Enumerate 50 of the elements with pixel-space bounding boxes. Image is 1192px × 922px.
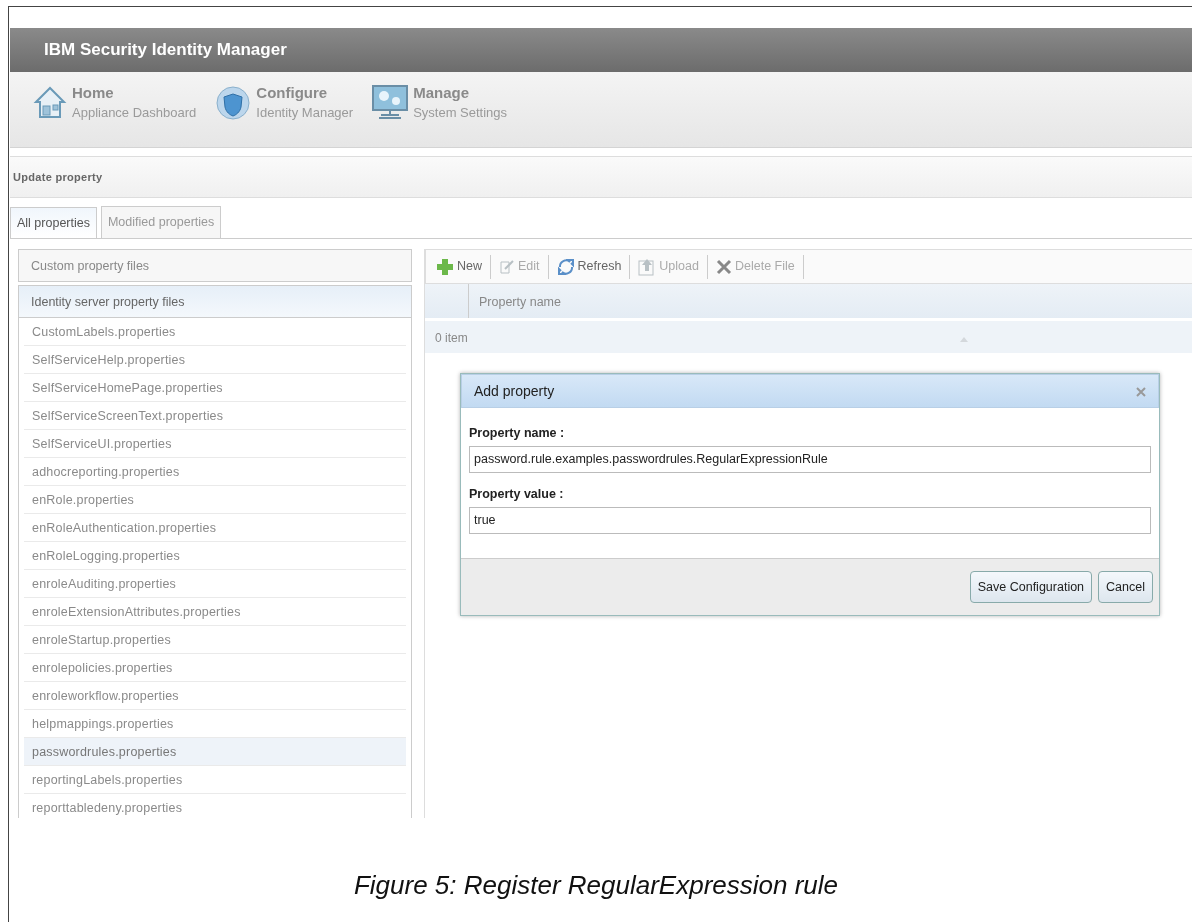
file-item[interactable]: enRoleLogging.properties <box>24 542 406 570</box>
tab[interactable]: All properties <box>10 207 97 238</box>
input-field[interactable]: password.rule.examples.passwordrules.RegularExpressionRule <box>469 445 1151 473</box>
item-count: 0 item <box>435 330 468 345</box>
file-item[interactable]: passwordrules.properties <box>24 738 406 766</box>
file-item[interactable]: enrolepolicies.properties <box>24 654 406 682</box>
sort-arrow-icon <box>959 336 968 345</box>
file-item[interactable]: enroleExtensionAttributes.properties <box>24 598 406 626</box>
file-item[interactable]: SelfServiceHomePage.properties <box>24 374 406 402</box>
file-item[interactable]: enroleAuditing.properties <box>24 570 406 598</box>
file-item[interactable]: CustomLabels.properties <box>24 318 406 346</box>
toolbar-button[interactable]: New <box>436 254 491 279</box>
plus-icon <box>436 257 454 276</box>
file-item[interactable]: enroleworkflow.properties <box>24 682 406 710</box>
nav-subtitle[interactable]: Identity Manager <box>256 104 354 122</box>
figure-caption: Figure 5: Register RegularExpression rule <box>352 869 840 902</box>
cancel-button[interactable]: Cancel <box>1098 570 1153 604</box>
file-item[interactable]: enRoleAuthentication.properties <box>24 514 406 542</box>
nav-title[interactable]: Home <box>72 84 197 102</box>
input-field[interactable]: true <box>469 506 1151 534</box>
accordion-header[interactable]: Identity server property files <box>18 285 412 318</box>
file-item[interactable]: enroleStartup.properties <box>24 626 406 654</box>
breadcrumb-title: Update property <box>12 169 103 185</box>
file-item[interactable]: SelfServiceScreenText.properties <box>24 402 406 430</box>
toolbar-button[interactable]: Refresh <box>556 254 631 279</box>
file-item[interactable]: reportingLabels.properties <box>24 766 406 794</box>
close-icon[interactable] <box>1136 386 1146 397</box>
app-title: IBM Security Identity Manager <box>44 39 287 62</box>
file-item[interactable]: adhocreporting.properties <box>24 458 406 486</box>
nav-title[interactable]: Configure <box>256 84 354 102</box>
accordion-header[interactable]: Custom property files <box>18 249 412 282</box>
nav-title[interactable]: Manage <box>413 84 508 102</box>
file-item[interactable]: SelfServiceUI.properties <box>24 430 406 458</box>
house-icon <box>32 84 68 120</box>
save-button[interactable]: Save Configuration <box>969 570 1093 604</box>
column-header[interactable]: Property name <box>469 284 571 318</box>
page-pencil-icon <box>499 258 515 275</box>
globe-shield-icon <box>214 84 253 122</box>
dialog-title: Add property <box>474 381 555 401</box>
nav-subtitle[interactable]: System Settings <box>413 104 508 122</box>
file-item[interactable]: SelfServiceHelp.properties <box>24 346 406 374</box>
delete-icon <box>715 258 732 275</box>
tab[interactable]: Modified properties <box>100 206 222 238</box>
nav-subtitle[interactable]: Appliance Dashboard <box>72 104 197 122</box>
field-label: Property name : <box>469 425 566 442</box>
upload-icon <box>638 257 657 276</box>
refresh-icon <box>556 257 575 276</box>
file-item[interactable]: enRole.properties <box>24 486 406 514</box>
file-item[interactable]: reporttabledeny.properties <box>24 794 406 818</box>
field-label: Property value : <box>469 485 565 503</box>
